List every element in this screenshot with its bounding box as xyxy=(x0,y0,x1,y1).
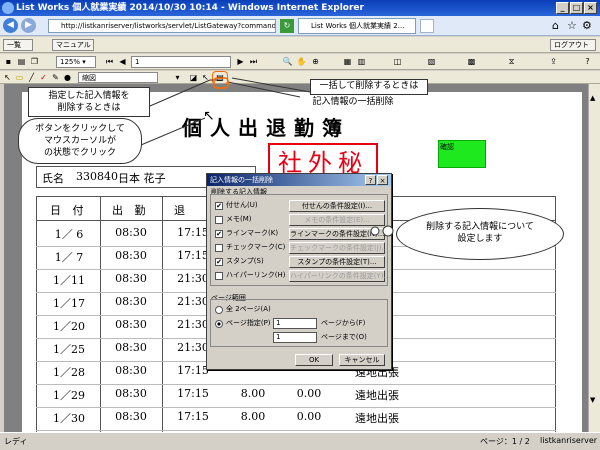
status-page: ページ：1 / 2 xyxy=(480,437,530,446)
callout-delete-selected: 指定した記入情報を 削除するときは xyxy=(28,87,150,117)
status-bar: レディ ページ：1 / 2 listkanriserver xyxy=(0,432,600,450)
mouse-pointer-icon: ↖ xyxy=(203,108,215,124)
status-text: レディ xyxy=(4,437,28,446)
callout-bulk-delete-title: 記入情報の一括削除 xyxy=(312,97,394,107)
callout-click-instruction: ボタンをクリックして マウスカーソルが の状態でクリック xyxy=(18,118,142,164)
callout-settings: 削除する記入情報について 設定します xyxy=(396,208,564,260)
callout-bulk-delete: 一括して削除するときは xyxy=(310,79,428,95)
status-server: listkanriserver xyxy=(540,436,598,445)
